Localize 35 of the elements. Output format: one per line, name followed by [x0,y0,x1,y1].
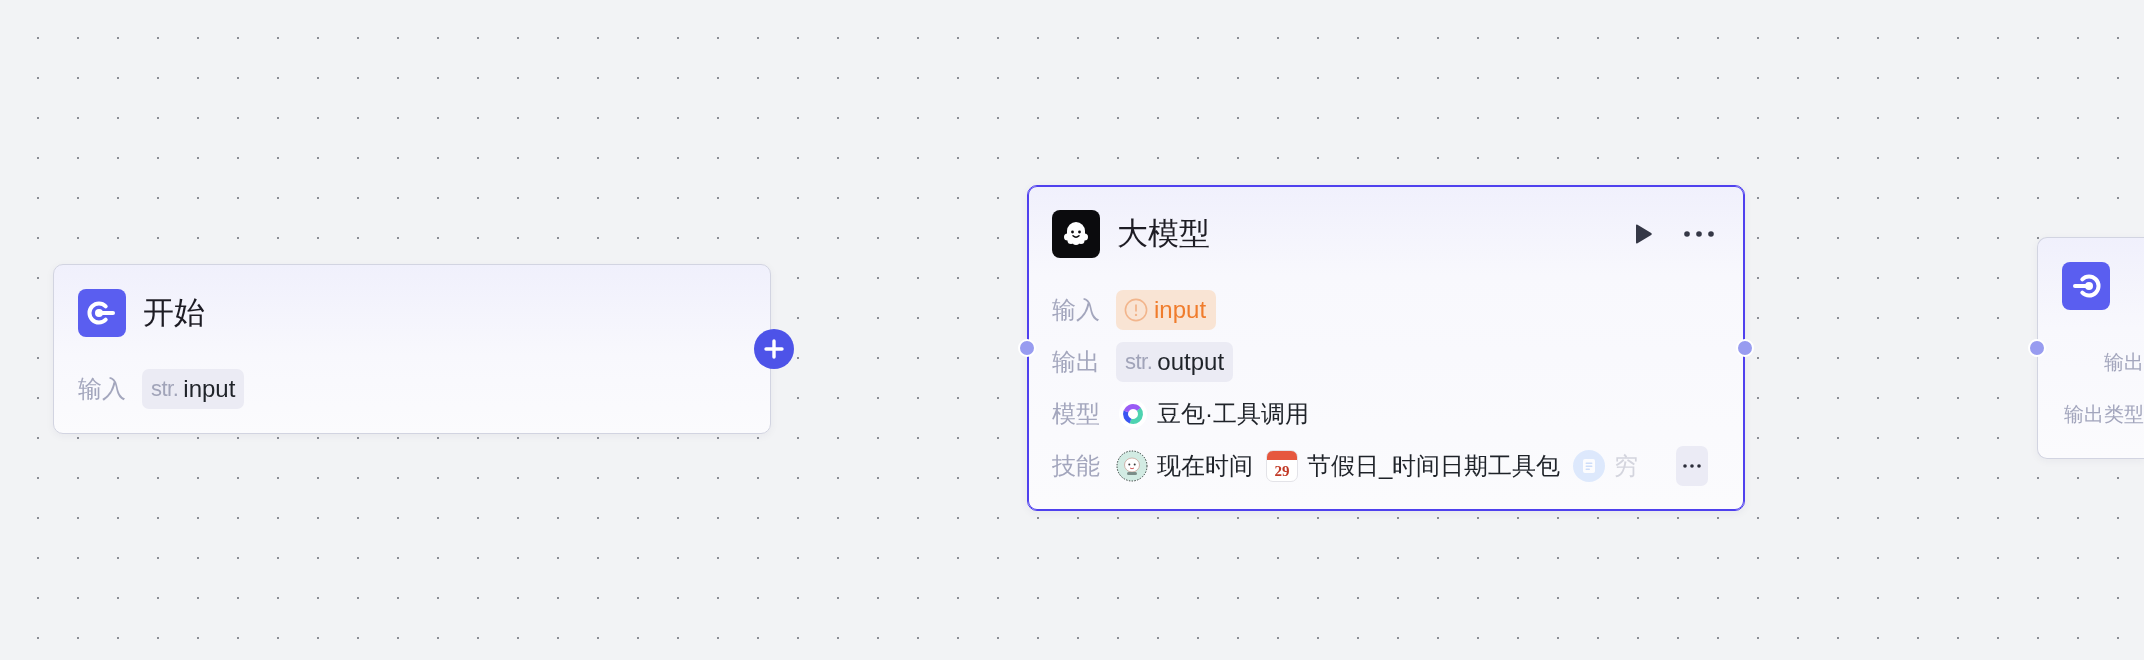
field-label: 输入 [78,374,126,404]
node-title: 开始 [143,294,205,332]
skill-name: 节假日_时间日期工具包 [1307,451,1561,481]
calendar-date: 29 [1274,462,1290,481]
field-label: 输出 [1052,347,1100,377]
variable-name: output [1157,348,1225,376]
document-icon [1573,450,1606,482]
variable-name: input [1154,296,1207,324]
play-icon[interactable] [1633,223,1653,245]
model-name: 豆包·工具调用 [1157,399,1309,429]
add-button[interactable] [754,329,794,369]
more-button[interactable] [1676,446,1708,486]
bar-ring-icon [2062,262,2110,310]
more-icon[interactable] [1683,230,1715,238]
plus-icon [764,339,784,359]
variable-name: input [183,375,236,403]
field-label: 模型 [1052,399,1100,429]
cartoon-sticker-icon [1116,450,1148,482]
field-label: 输入 [1052,295,1100,325]
field-label: 技能 [1052,451,1100,481]
node-title: 大模型 [1117,215,1210,253]
skill-name: 现在时间 [1157,451,1253,481]
field-label: 输出 [2104,350,2144,375]
node-card[interactable]: 开始 输入 str. input [53,264,771,434]
port-icon[interactable] [2028,339,2046,357]
port-icon[interactable] [1736,339,1754,357]
field-label: 输出类型 [2064,402,2144,427]
port-icon[interactable] [1018,339,1036,357]
more-icon [1683,464,1701,468]
warning-icon [1124,298,1148,322]
type-label: str. [151,376,179,402]
ring-bar-icon [78,289,126,337]
ring-logo-icon [1119,400,1147,428]
ghost-icon [1052,210,1100,258]
type-label: str. [1125,349,1153,375]
